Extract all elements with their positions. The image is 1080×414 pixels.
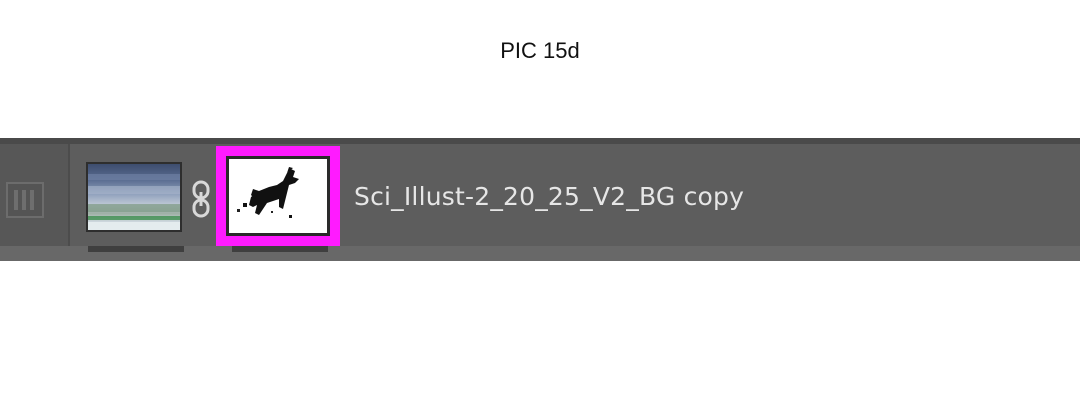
visibility-bar	[22, 190, 26, 210]
thumb-field-band	[88, 204, 180, 212]
chain-link-icon[interactable]	[190, 180, 212, 218]
visibility-bar	[14, 190, 18, 210]
thumb-ground-band	[88, 222, 180, 230]
layer-mask-selection-highlight[interactable]	[216, 146, 340, 246]
page: PIC 15d Sci_Illust-2_20_25_V2_BG copy	[0, 0, 1080, 414]
layer-visibility-gutter	[0, 144, 70, 246]
horse-mask-thumbnail-icon	[226, 156, 330, 236]
thumb-grass-band	[88, 216, 180, 220]
figure-caption: PIC 15d	[500, 38, 580, 63]
next-layer-row-edge	[0, 246, 1080, 261]
thumb-sky-band	[88, 174, 180, 180]
thumb-cloud-band	[88, 186, 180, 194]
layers-panel: Sci_Illust-2_20_25_V2_BG copy	[0, 138, 1080, 261]
next-mask-thumb-edge	[232, 246, 328, 252]
landscape-thumbnail-icon[interactable]	[86, 162, 182, 232]
layer-visibility-toggle[interactable]	[6, 182, 44, 218]
next-layer-thumb-edge	[88, 246, 184, 252]
visibility-bar	[30, 190, 34, 210]
horse-silhouette-icon	[237, 167, 299, 218]
panel-top-border	[0, 138, 1080, 144]
layer-name-label[interactable]: Sci_Illust-2_20_25_V2_BG copy	[354, 180, 744, 214]
